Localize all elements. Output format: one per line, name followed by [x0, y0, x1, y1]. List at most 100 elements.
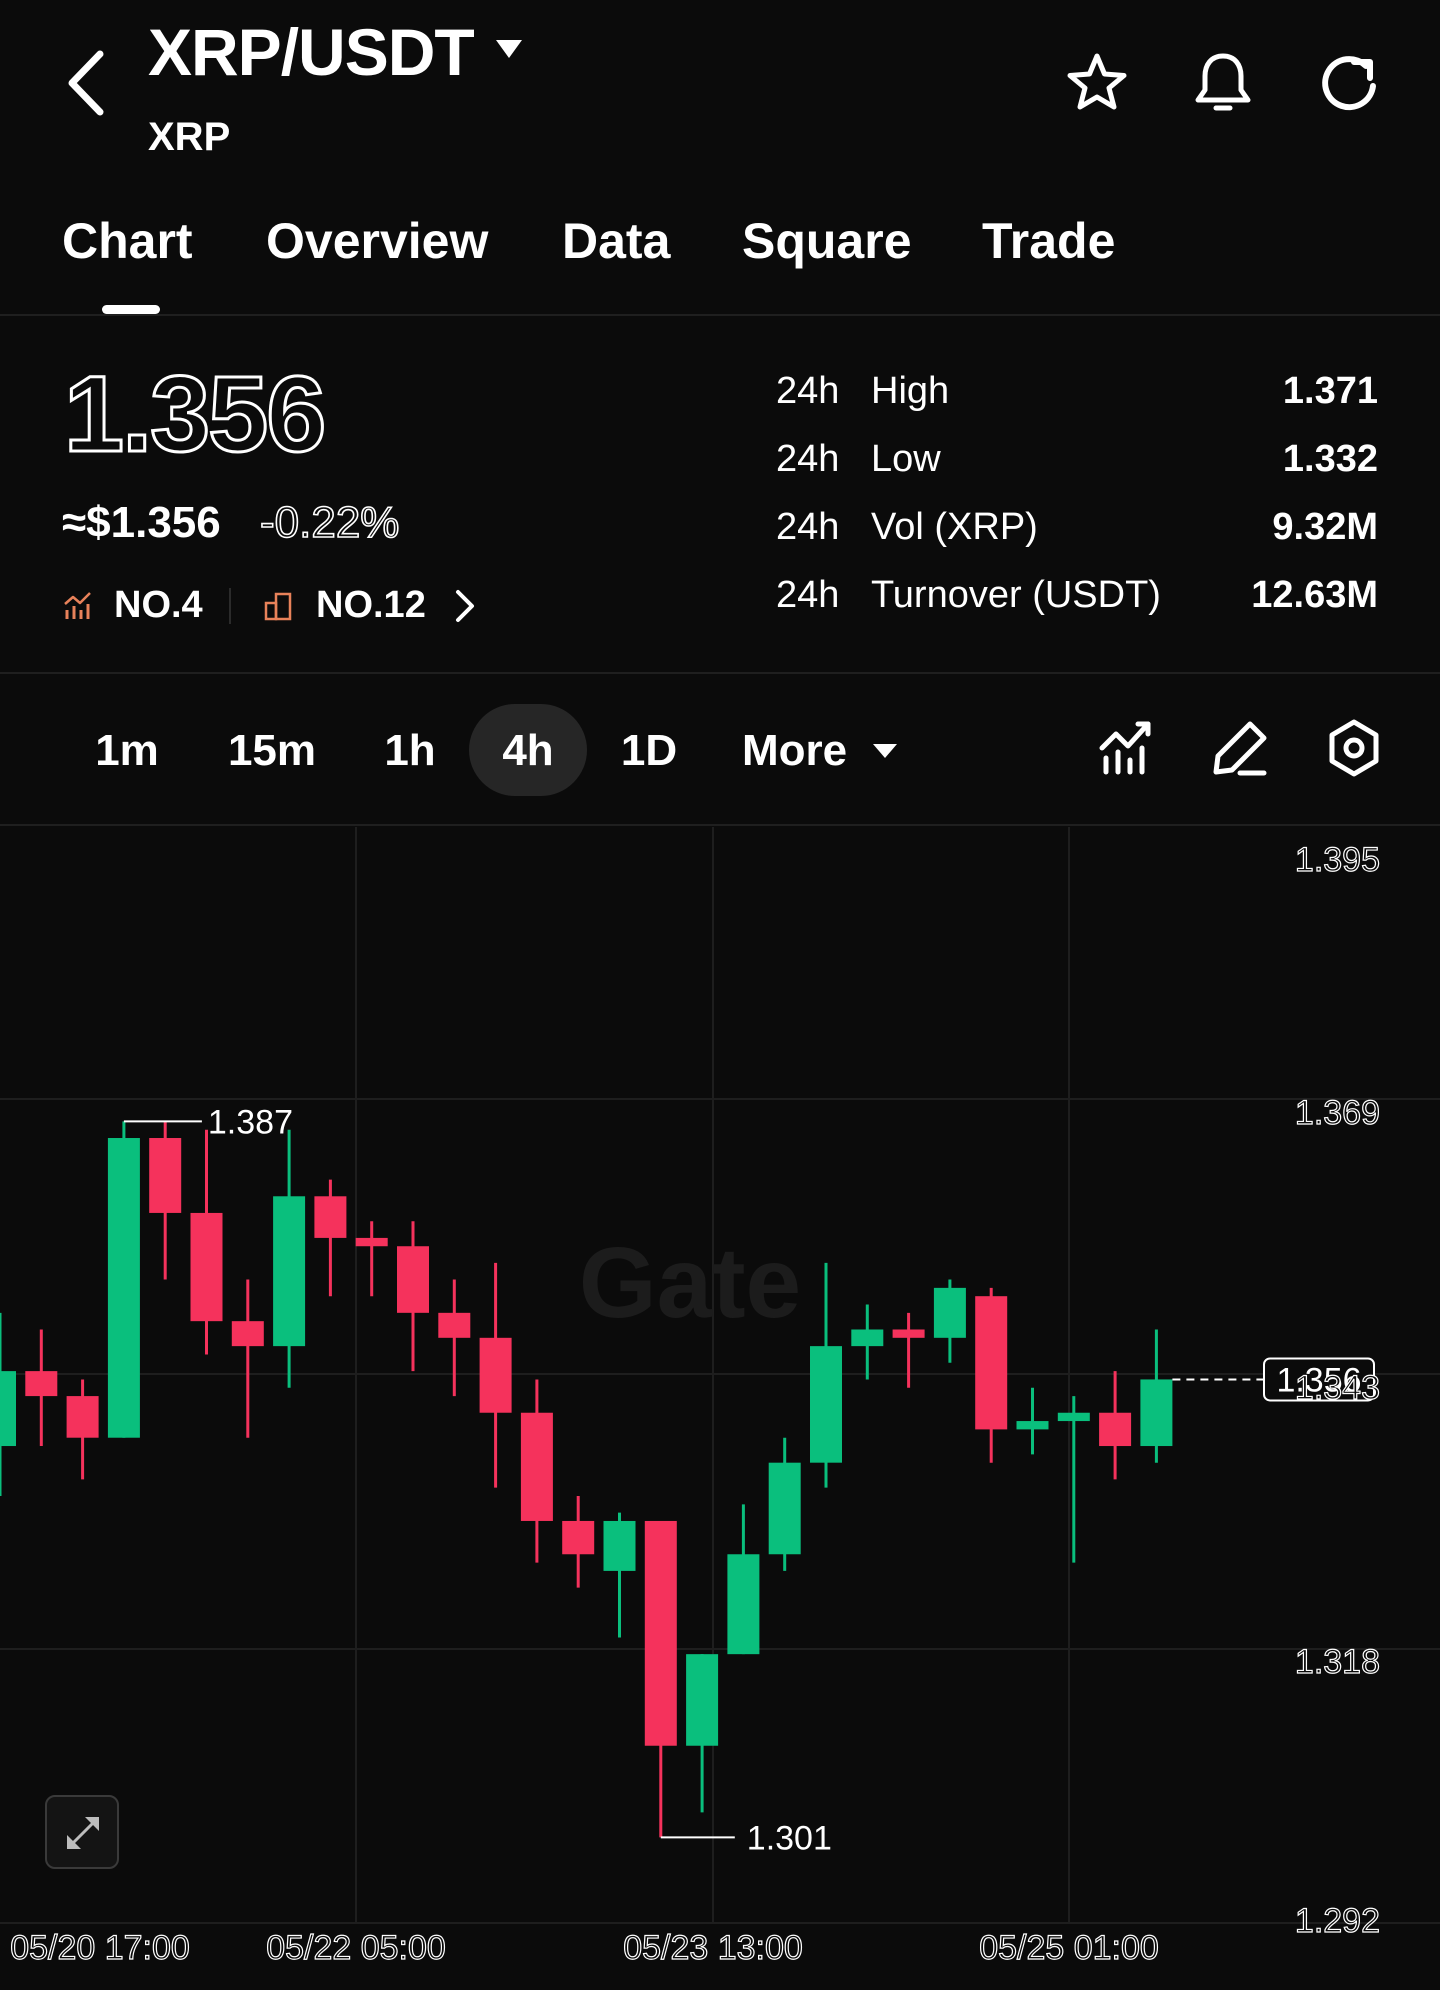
- candle: [25, 1329, 58, 1447]
- price-chart[interactable]: Gate 1.3871.3011.356 1.395 1.369 1.343 1.31…: [0, 827, 1440, 1990]
- tab-square[interactable]: Square: [742, 210, 912, 272]
- candle-body: [397, 1246, 429, 1313]
- candle: [397, 1221, 429, 1372]
- interval-more[interactable]: More: [742, 724, 847, 778]
- gate-watermark: Gate: [579, 1227, 801, 1339]
- candle-body: [562, 1520, 595, 1555]
- stat-high-value: 1.371: [1282, 370, 1378, 412]
- candle-body: [520, 1412, 553, 1521]
- candle-body: [727, 1554, 760, 1655]
- y-tick-label: 1.343: [1295, 1369, 1380, 1407]
- chevron-right-icon[interactable]: [452, 586, 478, 626]
- indicators-icon[interactable]: [1096, 718, 1156, 778]
- y-tick-label: 1.292: [1295, 1902, 1380, 1940]
- candle-body: [644, 1520, 677, 1746]
- y-tick-label: 1.395: [1295, 841, 1380, 879]
- interval-15m[interactable]: 15m: [222, 724, 322, 778]
- y-tick-label: 1.369: [1295, 1094, 1380, 1132]
- back-icon[interactable]: [62, 48, 112, 118]
- bell-icon[interactable]: [1190, 50, 1256, 116]
- candle: [231, 1279, 264, 1438]
- interval-divider: [0, 824, 1440, 826]
- interval-1h[interactable]: 1h: [380, 724, 440, 778]
- chevron-down-icon[interactable]: [494, 38, 524, 62]
- stat-volume-value: 9.32M: [1272, 506, 1378, 548]
- candle: [273, 1129, 306, 1388]
- stat-volume-period: 24h: [776, 506, 840, 548]
- interval-1m[interactable]: 1m: [90, 724, 164, 778]
- candle: [975, 1287, 1008, 1463]
- candle: [644, 1520, 677, 1838]
- candle-body: [190, 1212, 223, 1322]
- candle-body: [686, 1654, 719, 1746]
- tab-overview[interactable]: Overview: [266, 210, 488, 272]
- last-price: 1.356: [62, 352, 327, 476]
- candle-body: [314, 1196, 347, 1238]
- interval-4h[interactable]: 4h: [489, 724, 567, 778]
- chart-grid: [0, 827, 1440, 1924]
- candle: [933, 1279, 966, 1363]
- tab-trade[interactable]: Trade: [982, 210, 1115, 272]
- candle-body: [892, 1329, 925, 1338]
- candle-body: [107, 1138, 140, 1438]
- market-cap-rank-icon: [64, 592, 91, 619]
- tab-data[interactable]: Data: [562, 210, 670, 272]
- candle: [1016, 1387, 1049, 1455]
- candle: [892, 1312, 925, 1388]
- candle: [107, 1121, 140, 1438]
- usd-price: ≈$1.356: [62, 498, 221, 547]
- candle: [1140, 1329, 1173, 1463]
- draw-icon[interactable]: [1210, 718, 1270, 778]
- rank-separator: [229, 588, 231, 624]
- max-price-label: 1.387: [208, 1103, 293, 1141]
- candle-body: [1016, 1421, 1049, 1430]
- tabs-divider: [0, 314, 1440, 316]
- candle-body: [933, 1287, 966, 1338]
- more-caret-icon[interactable]: [872, 742, 898, 760]
- candle-body: [1140, 1379, 1173, 1447]
- market-cap-rank[interactable]: NO.4: [114, 582, 203, 628]
- candle: [479, 1262, 512, 1488]
- candle-body: [355, 1237, 388, 1247]
- candle-body: [149, 1138, 182, 1213]
- pair-title[interactable]: XRP/USDT: [148, 14, 475, 90]
- x-tick-label: 05/23 13:00: [623, 1929, 803, 1967]
- candle-body: [479, 1337, 512, 1413]
- candle-body: [768, 1462, 801, 1555]
- stat-turnover-value: 12.63M: [1251, 574, 1378, 616]
- stat-turnover-period: 24h: [776, 574, 840, 616]
- stat-low-period: 24h: [776, 438, 840, 480]
- stat-high-label: High: [871, 370, 950, 412]
- x-axis: 05/20 17:00 05/22 05:00 05/23 13:00 05/25 0…: [10, 1928, 1160, 1967]
- stats-divider: [0, 672, 1440, 674]
- candle: [355, 1221, 388, 1297]
- settings-icon[interactable]: [1324, 718, 1384, 778]
- refresh-icon[interactable]: [1316, 50, 1382, 116]
- stat-volume-label: Vol (XRP): [871, 506, 1038, 548]
- star-icon[interactable]: [1064, 50, 1130, 116]
- volume-rank[interactable]: NO.12: [316, 582, 426, 628]
- interval-1d[interactable]: 1D: [614, 724, 684, 778]
- tab-chart[interactable]: Chart: [62, 210, 193, 272]
- candle: [603, 1512, 636, 1638]
- base-asset-label: XRP: [148, 115, 231, 159]
- candle: [1099, 1371, 1132, 1480]
- candle-body: [66, 1396, 99, 1438]
- stat-low-value: 1.332: [1282, 438, 1378, 480]
- candle-body: [25, 1371, 58, 1397]
- y-axis: 1.395 1.369 1.343 1.318 1.292: [1294, 840, 1380, 1940]
- stat-high-period: 24h: [776, 370, 840, 412]
- candle-body: [810, 1346, 842, 1463]
- x-tick-label: 05/22 05:00: [266, 1929, 446, 1967]
- candle-body: [603, 1520, 636, 1571]
- y-tick-label: 1.318: [1295, 1643, 1380, 1681]
- fullscreen-button[interactable]: [45, 1795, 119, 1869]
- chart-annotations: 1.3871.3011.356: [123, 1103, 1375, 1857]
- candle: [0, 1312, 16, 1496]
- price-change-percent: -0.22%: [259, 497, 400, 548]
- candle-body: [0, 1371, 16, 1447]
- candle: [851, 1304, 884, 1380]
- stat-turnover-label: Turnover (USDT): [871, 574, 1161, 616]
- candle: [190, 1129, 223, 1355]
- candle: [314, 1179, 347, 1297]
